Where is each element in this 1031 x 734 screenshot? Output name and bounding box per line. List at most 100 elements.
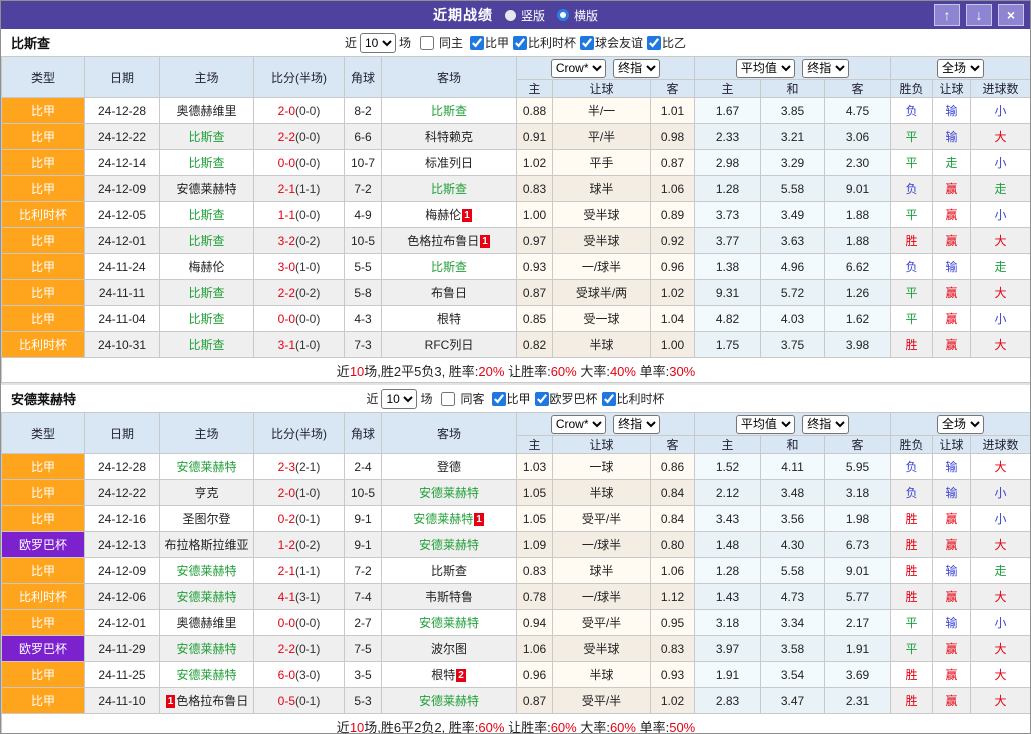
match-row: 比甲24-11-101色格拉布鲁日0-5(0-1)5-3安德莱赫特0.87受平/… [2,688,1031,714]
summary-segment: 60% [610,720,636,734]
match-type-cell: 比甲 [2,454,85,480]
avg-away-odds: 9.01 [825,558,891,584]
away-team-name: RFC列日 [425,338,474,352]
league-label: 比乙 [662,34,686,51]
col-outcome: 胜负 [891,80,933,98]
fulltime-score: 2-3 [278,460,295,474]
bookmaker-time-select[interactable]: 终指 [613,415,660,434]
move-down-button[interactable]: ↓ [966,4,992,26]
fulltime-score: 2-0 [278,104,295,118]
league-filter[interactable]: 比利时杯 [509,34,576,51]
match-type-cell: 比利时杯 [2,584,85,610]
match-home-team-cell: 布拉格斯拉维亚 [160,532,254,558]
scope-select[interactable]: 全场 [937,415,984,434]
away-team-name: 比斯查 [431,260,467,274]
league-checkbox[interactable] [470,36,484,50]
match-count-select[interactable]: 10 [381,389,417,409]
scope-select[interactable]: 全场 [937,59,984,78]
league-filter[interactable]: 比甲 [488,390,531,407]
avg-home-odds: 2.33 [695,124,761,150]
match-date-cell: 24-11-04 [85,306,160,332]
league-checkbox[interactable] [492,392,506,406]
avg-home-odds: 1.38 [695,254,761,280]
avg-away-odds: 1.26 [825,280,891,306]
fulltime-score: 2-1 [278,182,295,196]
average-time-select[interactable]: 终指 [802,415,849,434]
match-score-cell: 1-2(0-2) [254,532,345,558]
match-row: 比甲24-11-25安德莱赫特6-0(3-0)3-5根特20.96半球0.931… [2,662,1031,688]
col-score: 比分(半场) [254,413,345,454]
league-checkbox[interactable] [513,36,527,50]
match-away-team-cell: 布鲁日 [382,280,517,306]
match-home-team-cell: 亨克 [160,480,254,506]
result-outcome: 胜 [891,506,933,532]
home-team-name: 安德莱赫特 [176,590,236,604]
radio-icon[interactable] [505,10,516,21]
average-select[interactable]: 平均值 [736,415,795,434]
match-home-team-cell: 安德莱赫特 [160,176,254,202]
match-type-cell: 比甲 [2,176,85,202]
result-outcome: 负 [891,254,933,280]
fulltime-score: 0-0 [278,616,295,630]
match-home-team-cell: 圣图尔登 [160,506,254,532]
result-outcome: 胜 [891,332,933,358]
handicap-line: 平/半 [553,124,651,150]
avg-away-odds: 3.98 [825,332,891,358]
same-venue-checkbox[interactable] [441,392,455,406]
bookmaker-select[interactable]: Crow* [551,415,606,434]
layout-option-horizontal[interactable]: 横版 [557,7,598,24]
match-type-cell: 比甲 [2,228,85,254]
average-select[interactable]: 平均值 [736,59,795,78]
avg-home-odds: 1.67 [695,98,761,124]
handicap-away-odds: 0.93 [651,662,695,688]
halftime-score: (0-0) [295,312,320,326]
halftime-score: (1-0) [295,486,320,500]
match-away-team-cell: 安德莱赫特1 [382,506,517,532]
match-type-cell: 比甲 [2,124,85,150]
handicap-away-odds: 1.01 [651,98,695,124]
match-type-cell: 比甲 [2,150,85,176]
halftime-score: (0-2) [295,538,320,552]
league-checkbox[interactable] [602,392,616,406]
match-type-cell: 比甲 [2,480,85,506]
bookmaker-time-select[interactable]: 终指 [613,59,660,78]
same-venue-checkbox[interactable] [420,36,434,50]
match-home-team-cell: 安德莱赫特 [160,558,254,584]
result-outcome: 胜 [891,558,933,584]
summary-segment: 让胜率: [504,364,550,379]
col-handicap-home: 主 [517,436,553,454]
avg-away-odds: 6.73 [825,532,891,558]
handicap-home-odds: 0.88 [517,98,553,124]
match-corners-cell: 7-2 [345,176,382,202]
handicap-home-odds: 0.87 [517,280,553,306]
handicap-home-odds: 1.00 [517,202,553,228]
red-card-badge: 1 [480,235,490,248]
league-filter[interactable]: 比利时杯 [598,390,665,407]
bookmaker-select[interactable]: Crow* [551,59,606,78]
match-home-team-cell: 比斯查 [160,202,254,228]
league-checkbox[interactable] [535,392,549,406]
league-filter[interactable]: 球会友谊 [576,34,643,51]
close-button[interactable]: × [998,4,1024,26]
match-score-cell: 2-0(0-0) [254,98,345,124]
avg-home-odds: 2.83 [695,688,761,714]
match-count-select[interactable]: 10 [360,33,396,53]
handicap-line: 受平/半 [553,506,651,532]
league-filter[interactable]: 欧罗巴杯 [531,390,598,407]
move-up-button[interactable]: ↑ [934,4,960,26]
home-team-name: 奥德赫维里 [176,104,236,118]
layout-option-vertical[interactable]: 竖版 [505,7,545,24]
summary-segment: 让胜率: [504,720,550,734]
league-filter[interactable]: 比甲 [466,34,509,51]
match-row: 比利时杯24-12-06安德莱赫特4-1(3-1)7-4韦斯特鲁0.78一/球半… [2,584,1031,610]
avg-draw-odds: 3.63 [761,228,825,254]
match-type-cell: 比甲 [2,280,85,306]
league-checkbox[interactable] [647,36,661,50]
match-type-cell: 比甲 [2,662,85,688]
radio-icon[interactable] [557,9,569,21]
col-handicap-away: 客 [651,436,695,454]
league-filter[interactable]: 比乙 [643,34,686,51]
halftime-score: (1-0) [295,338,320,352]
average-time-select[interactable]: 终指 [802,59,849,78]
league-checkbox[interactable] [580,36,594,50]
